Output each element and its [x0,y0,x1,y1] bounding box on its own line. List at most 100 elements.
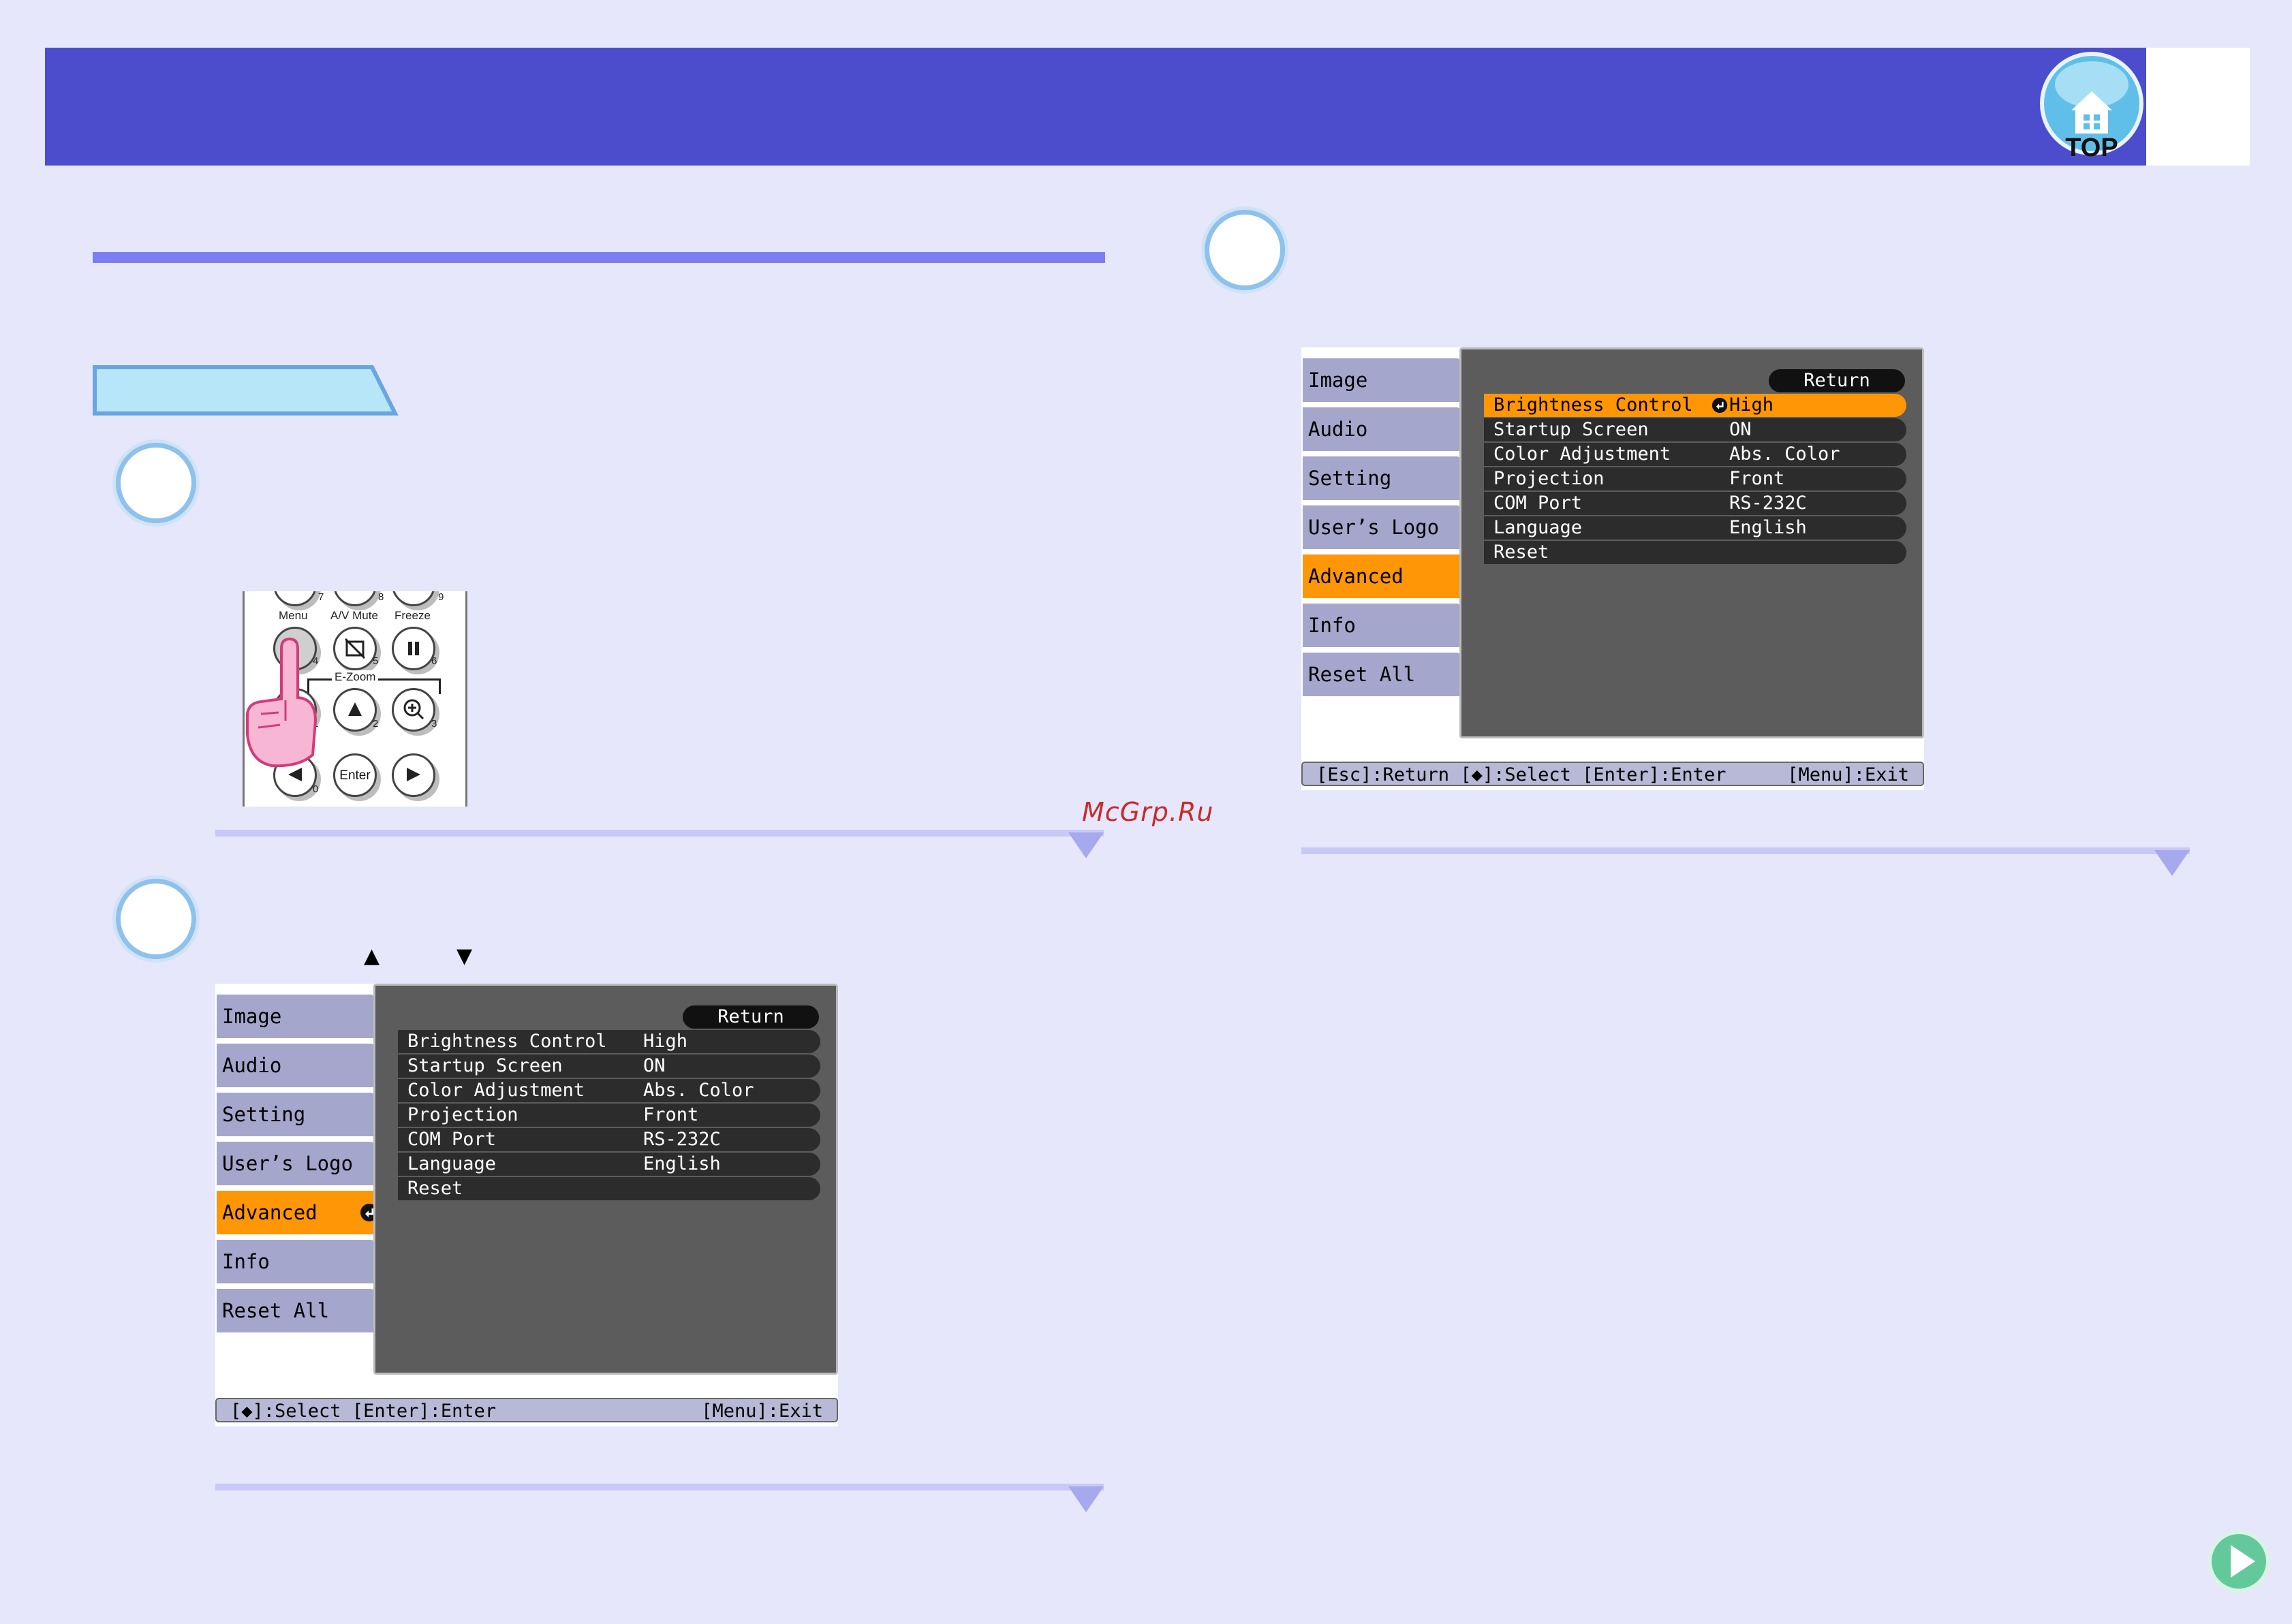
remote-num-3: 3 [431,718,437,730]
menu-row-projection[interactable]: Projection Front [1484,467,1906,490]
row-value: Front [643,1104,699,1125]
footer-left-text: [◆]:Select [Enter]:Enter [230,1401,497,1422]
step-2-circle [116,879,196,959]
watermark-text: McGrp.Ru [1082,797,1214,827]
sidebar-item-setting[interactable]: Setting [217,1093,375,1136]
menu-row-startup-screen[interactable]: Startup Screen ON [1484,418,1906,441]
top-label: TOP [2065,134,2118,162]
remote-button-8 [333,591,377,606]
row-value: Front [1729,468,1785,489]
row-value: High [643,1031,688,1052]
remote-button-7 [273,591,317,606]
row-value: ON [643,1055,666,1076]
next-page-button[interactable] [2206,1529,2272,1594]
menu-row-reset[interactable]: Reset [398,1177,820,1200]
remote-label-enter: Enter [339,768,371,783]
row-value: English [643,1153,721,1174]
sidebar-item-reset-all[interactable]: Reset All [217,1289,375,1332]
sidebar-item-reset-all[interactable]: Reset All [1303,653,1461,696]
avmute-icon [344,638,366,659]
pressing-finger-icon [246,637,318,768]
remote-control-illustration: 7 8 9 Menu A/V Mute Freeze 4 5 6 E-Zoom … [243,591,467,807]
step-1-divider-arrow [1068,832,1104,858]
menu-row-reset[interactable]: Reset [1484,541,1906,564]
menu-row-brightness-control[interactable]: Brightness Control High [398,1030,820,1053]
menu-row-language[interactable]: Language English [1484,516,1906,540]
step-3-circle [1205,210,1285,290]
menu-row-language[interactable]: Language English [398,1153,820,1176]
remote-label-avmute: A/V Mute [330,609,378,622]
remote-label-menu: Menu [279,609,308,622]
sidebar-item-audio[interactable]: Audio [1303,407,1461,451]
sidebar-item-info[interactable]: Info [1303,604,1461,647]
menu-footer: [Esc]:Return [◆]:Select [Enter]:Enter [M… [1301,762,1924,786]
sidebar-item-advanced[interactable]: Advanced [217,1191,384,1234]
row-label: Brightness Control [1493,394,1693,416]
remote-num-9: 9 [438,591,444,603]
enter-return-icon [1712,397,1728,413]
advanced-menu-screenshot-right: Image Audio Setting User’s Logo Advanced… [1301,347,1924,790]
row-value: ON [1729,419,1752,440]
top-button[interactable]: TOP [2036,50,2148,166]
row-label: Language [407,1153,497,1174]
step-3-divider-arrow [2154,850,2190,876]
remote-num-6: 6 [431,655,437,667]
down-arrow-glyph: ▼ [456,944,473,968]
row-label: Color Adjustment [1493,443,1671,465]
footer-right-text: [Menu]:Exit [701,1401,823,1422]
remote-label-freeze: Freeze [394,609,431,622]
header-bar [45,48,2146,166]
sidebar-item-image[interactable]: Image [217,995,375,1038]
row-label: Reset [1493,542,1549,563]
sidebar-item-audio[interactable]: Audio [217,1044,375,1087]
sidebar-item-info[interactable]: Info [217,1240,375,1283]
remote-enter-button: Enter [333,753,377,797]
sidebar-item-advanced[interactable]: Advanced [1303,555,1470,598]
row-value: RS-232C [1729,493,1807,514]
row-label: Projection [1493,468,1605,489]
remote-num-5: 5 [373,655,379,667]
remote-right-button [392,753,435,797]
menu-row-com-port[interactable]: COM Port RS-232C [1484,492,1906,515]
zoom-in-icon [403,699,424,720]
right-triangle-icon [407,768,420,781]
step-1-circle [116,443,196,523]
pause-icon [408,642,419,655]
sidebar-item-image[interactable]: Image [1303,358,1461,402]
remote-freeze-button [392,627,435,670]
menu-row-projection[interactable]: Projection Front [398,1104,820,1127]
sidebar-item-users-logo[interactable]: User’s Logo [1303,505,1461,549]
row-value: RS-232C [643,1129,721,1150]
advanced-menu-screenshot-left: Image Audio Setting User’s Logo Advanced… [215,984,838,1426]
row-label: Brightness Control [407,1031,607,1052]
return-button[interactable]: Return [1769,369,1905,392]
row-label: Startup Screen [1493,419,1649,440]
remote-num-2: 2 [373,718,379,730]
menu-row-startup-screen[interactable]: Startup Screen ON [398,1055,820,1078]
menu-row-brightness-control[interactable]: Brightness Control High [1484,394,1906,417]
procedure-tab [93,365,399,416]
remote-avmute-button [333,627,377,670]
step-2-divider-arrow [1068,1486,1104,1512]
row-label: Reset [407,1178,463,1199]
sidebar-item-setting[interactable]: Setting [1303,456,1461,500]
row-label: Startup Screen [407,1055,563,1076]
section-rule [93,252,1105,263]
footer-right-text: [Menu]:Exit [1787,764,1909,785]
row-label: Color Adjustment [407,1080,585,1101]
menu-row-color-adjustment[interactable]: Color Adjustment Abs. Color Temp. [1484,443,1906,488]
menu-footer: [◆]:Select [Enter]:Enter [Menu]:Exit [215,1398,838,1422]
return-button[interactable]: Return [683,1005,819,1029]
remote-num-0: 0 [313,783,319,795]
footer-left-text: [Esc]:Return [◆]:Select [Enter]:Enter [1316,764,1726,785]
row-value: English [1729,517,1807,538]
menu-row-com-port[interactable]: COM Port RS-232C [398,1128,820,1151]
left-triangle-icon [288,768,302,781]
sidebar-item-advanced-label: Advanced [222,1201,318,1224]
next-arrow-icon [2208,1530,2270,1593]
menu-row-color-adjustment[interactable]: Color Adjustment Abs. Color Temp. [398,1079,820,1124]
row-label: Language [1493,517,1583,538]
sidebar-item-users-logo[interactable]: User’s Logo [217,1142,375,1185]
up-triangle-icon [348,702,362,716]
row-label: Projection [407,1104,518,1125]
